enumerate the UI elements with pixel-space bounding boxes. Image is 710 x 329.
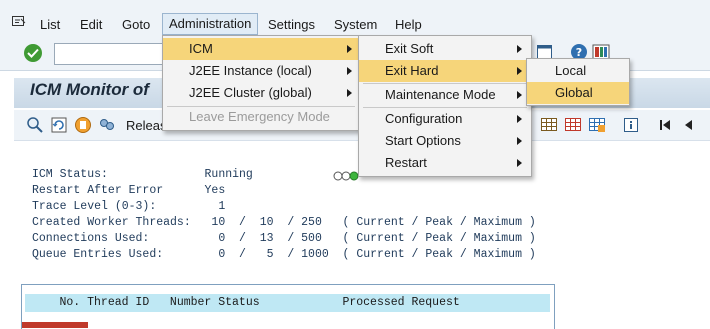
admin-menu-item-label: J2EE Cluster (global) <box>189 85 312 100</box>
icm-menu-item-maintenance-mode[interactable]: Maintenance Mode <box>359 84 531 106</box>
status-line-connections: Connections Used: 0 / 13 / 500 ( Current… <box>32 232 536 245</box>
submenu-arrow-icon <box>347 89 352 97</box>
exit-hard-item-label: Local <box>555 63 587 78</box>
submenu-arrow-icon <box>347 45 352 53</box>
status-line-worker-threads: Created Worker Threads: 10 / 10 / 250 ( … <box>32 216 536 229</box>
admin-menu-item-label: J2EE Instance (local) <box>189 63 312 78</box>
app-menu-icon[interactable] <box>12 16 26 28</box>
previous-page-icon[interactable] <box>680 116 698 134</box>
table-row-marker <box>22 322 88 328</box>
exit-hard-item-global[interactable]: Global <box>527 82 629 104</box>
status-line-restart: Restart After Error Yes <box>32 184 226 197</box>
admin-menu-item-label: Leave Emergency Mode <box>189 109 330 124</box>
details-icon[interactable] <box>26 116 44 134</box>
status-line-icm-status: ICM Status: Running <box>32 168 253 181</box>
menu-administration[interactable]: Administration <box>162 13 259 35</box>
submenu-arrow-icon <box>517 45 522 53</box>
group-icon[interactable] <box>98 116 116 134</box>
release-icon[interactable] <box>74 116 92 134</box>
menu-edit[interactable]: Edit <box>80 15 102 35</box>
enter-check-icon[interactable] <box>24 44 42 62</box>
menu-help[interactable]: Help <box>395 15 422 35</box>
status-line-queue: Queue Entries Used: 0 / 5 / 1000 ( Curre… <box>32 248 536 261</box>
submenu-arrow-icon <box>347 67 352 75</box>
submenu-arrow-icon <box>517 91 522 99</box>
icm-menu-item-exit-soft[interactable]: Exit Soft <box>359 38 531 60</box>
icm-menu-item-label: Exit Soft <box>385 41 434 56</box>
submenu-arrow-icon <box>517 137 522 145</box>
icm-menu-item-exit-hard[interactable]: Exit Hard <box>359 60 531 82</box>
submenu-arrow-icon <box>517 159 522 167</box>
icm-menu-item-configuration[interactable]: Configuration <box>359 108 531 130</box>
refresh-icon[interactable] <box>50 116 68 134</box>
admin-menu-item-icm[interactable]: ICM <box>163 38 359 60</box>
icm-menu-item-label: Start Options <box>385 133 461 148</box>
menu-goto[interactable]: Goto <box>122 15 150 35</box>
icm-menu-item-label: Maintenance Mode <box>385 87 496 102</box>
icm-menu-item-label: Exit Hard <box>385 63 439 78</box>
first-page-icon[interactable] <box>656 116 674 134</box>
table-header-text: No. Thread ID Number Status Processed Re… <box>25 296 460 309</box>
administration-menu: ICM J2EE Instance (local) J2EE Cluster (… <box>162 35 360 131</box>
submenu-arrow-icon <box>517 67 522 75</box>
icm-submenu: Exit Soft Exit Hard Maintenance Mode Con… <box>358 35 532 177</box>
submenu-arrow-icon <box>517 115 522 123</box>
menu-system[interactable]: System <box>334 15 377 35</box>
admin-menu-item-j2ee-cluster[interactable]: J2EE Cluster (global) <box>163 82 359 104</box>
icm-menu-item-label: Configuration <box>385 111 463 126</box>
icm-menu-item-restart[interactable]: Restart <box>359 152 531 174</box>
table-icon[interactable] <box>540 116 558 134</box>
menu-list[interactable]: List <box>40 15 60 35</box>
info-icon[interactable] <box>622 116 640 134</box>
release-button-label[interactable]: Releas <box>126 118 166 133</box>
admin-menu-item-label: ICM <box>189 41 213 56</box>
admin-menu-item-leave-emergency-mode: Leave Emergency Mode <box>163 106 359 128</box>
menu-settings[interactable]: Settings <box>268 15 315 35</box>
status-lights-icon <box>333 170 361 185</box>
table-settings-icon[interactable] <box>564 116 582 134</box>
icm-menu-item-label: Restart <box>385 155 427 170</box>
exit-hard-item-local[interactable]: Local <box>527 60 629 82</box>
admin-menu-item-j2ee-instance[interactable]: J2EE Instance (local) <box>163 60 359 82</box>
command-field[interactable] <box>54 43 164 65</box>
exit-hard-item-label: Global <box>555 85 593 100</box>
page-title: ICM Monitor of <box>30 80 149 99</box>
exit-hard-submenu: Local Global <box>526 58 630 106</box>
icm-menu-item-start-options[interactable]: Start Options <box>359 130 531 152</box>
table-export-icon[interactable] <box>588 116 606 134</box>
status-line-trace: Trace Level (0-3): 1 <box>32 200 226 213</box>
